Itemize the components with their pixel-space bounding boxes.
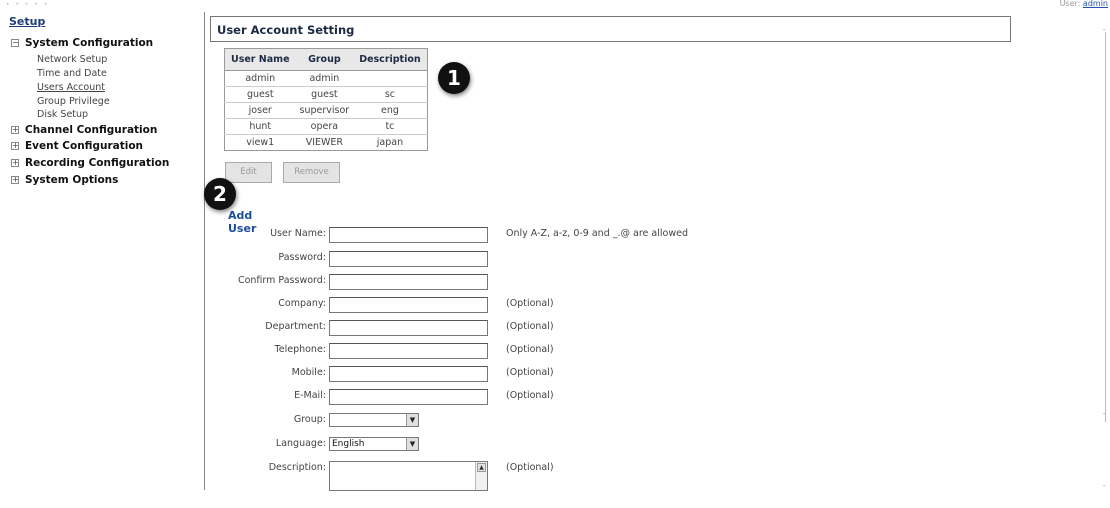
header-dots: • • • • • — [6, 1, 50, 8]
email-label: E-Mail: — [294, 390, 326, 401]
cell-user-name[interactable]: hunt — [224, 118, 296, 135]
edit-button[interactable]: Edit — [225, 162, 272, 183]
column-header-group: Group — [295, 48, 354, 71]
table-header-row: User Name Group Description — [224, 48, 428, 71]
description-textarea[interactable]: ▲ — [329, 461, 488, 491]
page-title-bar: User Account Setting — [210, 16, 1011, 42]
sidebar-item-disk-setup[interactable]: Disk Setup — [37, 109, 88, 120]
sidebar-group-label: Event Configuration — [25, 140, 144, 152]
table-row[interactable]: guest guest sc — [224, 86, 428, 103]
collapse-icon[interactable]: − — [11, 39, 19, 47]
user-name-hint: Only A-Z, a-z, 0-9 and _.@ are allowed — [506, 228, 688, 239]
group-select[interactable]: ▼ — [329, 413, 419, 427]
sidebar: Setup − System Configuration Network Setu… — [0, 12, 205, 490]
chevron-down-icon[interactable]: ▼ — [406, 414, 418, 426]
cell-user-name[interactable]: joser — [224, 102, 296, 119]
scroll-tick-icon: - — [1103, 482, 1106, 490]
table-row[interactable]: admin admin — [224, 70, 428, 87]
cell-description[interactable]: eng — [353, 102, 428, 119]
user-link[interactable]: admin — [1083, 0, 1108, 8]
user-name-label: User Name: — [270, 228, 326, 239]
cell-group[interactable]: VIEWER — [295, 134, 354, 151]
callout-marker-1: 1 — [438, 62, 470, 94]
sidebar-group-channel-configuration[interactable]: + Channel Configuration — [11, 124, 157, 136]
mobile-label: Mobile: — [291, 367, 326, 378]
cell-group[interactable]: supervisor — [295, 102, 354, 119]
cell-group[interactable]: admin — [295, 70, 354, 87]
table-row[interactable]: view1 VIEWER japan — [224, 134, 428, 151]
scroll-track[interactable] — [1105, 32, 1106, 422]
sidebar-item-time-and-date[interactable]: Time and Date — [37, 68, 107, 79]
telephone-optional-note: (Optional) — [506, 344, 554, 355]
company-input[interactable] — [329, 297, 488, 313]
telephone-label: Telephone: — [274, 344, 326, 355]
table-row[interactable]: hunt opera tc — [224, 118, 428, 135]
sidebar-title-setup[interactable]: Setup — [9, 15, 45, 28]
scroll-tick-icon: - — [1103, 410, 1106, 418]
sidebar-group-recording-configuration[interactable]: + Recording Configuration — [11, 157, 169, 169]
expand-icon[interactable]: + — [11, 176, 19, 184]
page-title: User Account Setting — [217, 23, 355, 37]
sidebar-group-system-options[interactable]: + System Options — [11, 174, 118, 186]
cell-description[interactable] — [353, 70, 428, 87]
department-label: Department: — [265, 321, 326, 332]
callout-marker-2: 2 — [204, 178, 236, 210]
group-label: Group: — [293, 414, 326, 425]
user-name-input[interactable] — [329, 227, 488, 243]
language-select[interactable]: English ▼ — [329, 437, 419, 451]
telephone-input[interactable] — [329, 343, 488, 359]
language-select-value: English — [332, 439, 365, 449]
sidebar-group-event-configuration[interactable]: + Event Configuration — [11, 140, 143, 152]
confirm-password-label: Confirm Password: — [237, 275, 326, 286]
email-input[interactable] — [329, 389, 488, 405]
cell-description[interactable]: japan — [353, 134, 428, 151]
sidebar-item-group-privilege[interactable]: Group Privilege — [37, 96, 110, 107]
mobile-input[interactable] — [329, 366, 488, 382]
cell-user-name[interactable]: admin — [224, 70, 296, 87]
user-label: User: — [1059, 0, 1083, 8]
scroll-up-icon[interactable]: ▲ — [477, 463, 486, 472]
cell-group[interactable]: opera — [295, 118, 354, 135]
users-table: User Name Group Description admin admin … — [224, 48, 428, 151]
expand-icon[interactable]: + — [11, 126, 19, 134]
page-scrollbar[interactable]: - - - — [1102, 12, 1110, 490]
department-input[interactable] — [329, 320, 488, 336]
description-optional-note: (Optional) — [506, 462, 554, 473]
sidebar-group-label: System Options — [25, 174, 119, 186]
cell-group[interactable]: guest — [295, 86, 354, 103]
company-label: Company: — [278, 298, 326, 309]
password-label: Password: — [278, 252, 326, 263]
cell-user-name[interactable]: guest — [224, 86, 296, 103]
sidebar-group-label: Recording Configuration — [25, 157, 170, 169]
column-header-user-name: User Name — [224, 48, 296, 71]
user-info: User: admin — [1060, 0, 1108, 8]
email-optional-note: (Optional) — [506, 390, 554, 401]
top-bar: • • • • • User: admin — [0, 0, 1110, 10]
cell-user-name[interactable]: view1 — [224, 134, 296, 151]
cell-description[interactable]: sc — [353, 86, 428, 103]
remove-button[interactable]: Remove — [283, 162, 340, 183]
sidebar-group-system-configuration[interactable]: − System Configuration — [11, 37, 153, 49]
cell-description[interactable]: tc — [353, 118, 428, 135]
department-optional-note: (Optional) — [506, 321, 554, 332]
sidebar-item-users-account[interactable]: Users Account — [37, 82, 105, 93]
company-optional-note: (Optional) — [506, 298, 554, 309]
sidebar-group-label: Channel Configuration — [25, 124, 158, 136]
language-label: Language: — [275, 438, 326, 449]
description-label: Description: — [268, 462, 326, 473]
expand-icon[interactable]: + — [11, 159, 19, 167]
expand-icon[interactable]: + — [11, 142, 19, 150]
sidebar-item-network-setup[interactable]: Network Setup — [37, 54, 107, 65]
confirm-password-input[interactable] — [329, 274, 488, 290]
mobile-optional-note: (Optional) — [506, 367, 554, 378]
password-input[interactable] — [329, 251, 488, 267]
sidebar-group-label: System Configuration — [25, 37, 154, 49]
textarea-scrollbar[interactable]: ▲ — [475, 462, 487, 490]
chevron-down-icon[interactable]: ▼ — [406, 438, 418, 450]
column-header-description: Description — [353, 48, 428, 71]
table-row[interactable]: joser supervisor eng — [224, 102, 428, 119]
